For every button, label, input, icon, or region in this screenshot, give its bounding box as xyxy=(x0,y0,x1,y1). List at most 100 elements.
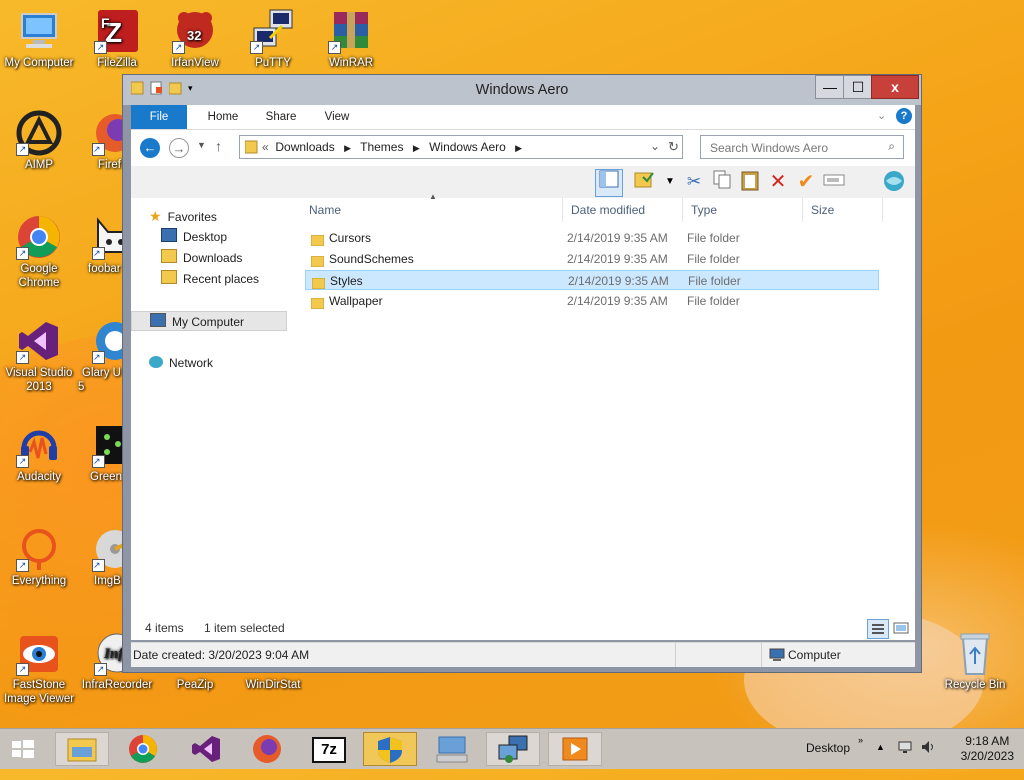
up-button[interactable]: ↑ xyxy=(215,138,222,154)
desktop-icon-recycle-bin[interactable]: Recycle Bin xyxy=(936,630,1014,692)
desktop-icon-irfanview[interactable]: 32 ↗ IrfanView xyxy=(156,8,234,70)
nav-desktop[interactable]: Desktop xyxy=(161,227,227,247)
tray-expand-icon[interactable]: ▲ xyxy=(876,742,885,752)
search-input[interactable]: Search Windows Aero xyxy=(710,141,828,155)
cut-icon[interactable]: ✂ xyxy=(681,169,707,195)
breadcrumb: « Downloads ▶ Themes ▶ Windows Aero ▶ xyxy=(262,140,528,154)
file-name: Cursors xyxy=(329,231,372,245)
breadcrumb-overflow[interactable]: « xyxy=(262,140,269,154)
title-bar[interactable]: ▾ Windows Aero — ☐ x xyxy=(123,75,921,105)
desktop-icon-faststone[interactable]: ↗ FastStone Image Viewer xyxy=(0,630,78,706)
chevron-right-icon[interactable]: ▶ xyxy=(344,143,351,153)
desktop-toolbar-label[interactable]: Desktop xyxy=(806,741,850,755)
desktop-icon-imgburn[interactable]: ↗ ImgB xyxy=(78,526,134,588)
tab-file[interactable]: File xyxy=(131,105,187,129)
desktop-icon-chrome[interactable]: ↗ Google Chrome xyxy=(0,214,78,290)
rename-icon[interactable] xyxy=(821,169,847,195)
file-row[interactable]: SoundSchemes 2/14/2019 9:35 AM File fold… xyxy=(305,249,879,269)
desktop-icon-foobar[interactable]: ↗ foobar xyxy=(78,214,133,276)
desktop-icon-label: AIMP xyxy=(24,159,54,171)
column-header-name[interactable]: Name xyxy=(301,198,563,222)
chrome-icon: ↗ xyxy=(16,214,62,260)
tab-home[interactable]: Home xyxy=(193,105,253,129)
item-count: 4 items xyxy=(145,621,184,635)
network-tray-icon[interactable] xyxy=(898,739,914,758)
forward-button[interactable]: → xyxy=(169,138,189,158)
desktop-icon-label: WinDirStat xyxy=(245,679,301,691)
taskbar-firefox[interactable] xyxy=(240,732,294,766)
taskbar-file-explorer[interactable] xyxy=(55,732,109,766)
toolbar-chevron-icon[interactable]: » xyxy=(858,735,863,745)
column-header-date[interactable]: Date modified xyxy=(563,198,683,222)
address-bar[interactable]: « Downloads ▶ Themes ▶ Windows Aero ▶ ⌄ … xyxy=(239,135,683,159)
paste-icon[interactable] xyxy=(737,169,763,195)
ribbon-expand-icon[interactable]: ⌄ xyxy=(877,109,886,122)
taskbar-keyboard-app[interactable] xyxy=(425,732,479,766)
large-icons-view-icon[interactable] xyxy=(891,619,911,637)
command-toolbar: ▼ ✂ ✕ ✔ xyxy=(131,166,915,199)
taskbar-visual-studio[interactable] xyxy=(178,732,232,766)
nav-network[interactable]: Network xyxy=(149,353,213,373)
desktop-icon-my-computer[interactable]: My Computer xyxy=(0,8,78,70)
breadcrumb-downloads[interactable]: Downloads xyxy=(275,140,334,154)
desktop-icon-winrar[interactable]: ↗ WinRAR xyxy=(312,8,390,70)
column-header-type[interactable]: Type xyxy=(683,198,803,222)
desktop-icon-aimp[interactable]: ↗ AIMP xyxy=(0,110,78,172)
file-row[interactable]: Wallpaper 2/14/2019 9:35 AM File folder xyxy=(305,291,879,311)
maximize-button[interactable]: ☐ xyxy=(843,75,873,99)
chevron-down-icon[interactable]: ⌄ xyxy=(650,139,660,153)
desktop-icon-firefox[interactable]: ↗ Firef xyxy=(78,110,134,172)
7zip-icon: 7z xyxy=(312,737,346,763)
start-button[interactable] xyxy=(0,732,46,766)
irfanview-icon: 32 ↗ xyxy=(172,8,218,54)
chevron-down-icon[interactable]: ▼ xyxy=(657,169,683,195)
globe-icon[interactable] xyxy=(881,169,907,195)
tab-view[interactable]: View xyxy=(309,105,365,129)
desktop-icon-putty[interactable]: ↗ PuTTY xyxy=(234,8,312,70)
desktop-icon-green[interactable]: ↗ Green xyxy=(78,422,134,484)
details-view-icon[interactable] xyxy=(867,619,889,639)
help-icon[interactable]: ? xyxy=(896,108,912,124)
delete-icon[interactable]: ✕ xyxy=(765,169,791,195)
recent-locations-icon[interactable]: ▼ xyxy=(197,140,206,150)
taskbar-7zip[interactable]: 7z xyxy=(302,732,356,766)
back-button[interactable]: ← xyxy=(140,138,160,158)
file-row[interactable]: Cursors 2/14/2019 9:35 AM File folder xyxy=(305,228,879,248)
nav-my-computer[interactable]: My Computer xyxy=(131,311,287,331)
copy-icon[interactable] xyxy=(709,169,735,195)
taskbar-remote-desktop[interactable] xyxy=(486,732,540,766)
desktop-icon-glary[interactable]: ↗ Glary U 5 xyxy=(78,318,134,394)
desktop-icon-audacity[interactable]: ↗ Audacity xyxy=(0,422,78,484)
desktop-icon-visual-studio[interactable]: ↗ Visual Studio 2013 xyxy=(0,318,78,394)
taskbar-chrome[interactable] xyxy=(116,732,170,766)
taskbar-security[interactable] xyxy=(363,732,417,766)
taskbar-media-player[interactable] xyxy=(548,732,602,766)
breadcrumb-themes[interactable]: Themes xyxy=(360,140,403,154)
desktop-icon-everything[interactable]: ↗ Everything xyxy=(0,526,78,588)
breadcrumb-windows-aero[interactable]: Windows Aero xyxy=(429,140,506,154)
close-button[interactable]: x xyxy=(871,75,919,99)
column-header-size[interactable]: Size xyxy=(803,198,883,222)
preview-pane-icon[interactable] xyxy=(595,169,623,197)
computer-icon xyxy=(150,313,166,327)
nav-downloads[interactable]: Downloads xyxy=(161,248,242,268)
clock[interactable]: 9:18 AM 3/20/2023 xyxy=(961,734,1014,764)
search-icon[interactable]: ⌕ xyxy=(888,139,895,154)
chevron-right-icon[interactable]: ▶ xyxy=(515,143,522,153)
desktop-icon-filezilla[interactable]: ZF ↗ FileZilla xyxy=(78,8,156,70)
chevron-right-icon[interactable]: ▶ xyxy=(413,143,420,153)
properties-check-icon[interactable]: ✔ xyxy=(793,169,819,195)
nav-recent-places[interactable]: Recent places xyxy=(161,269,259,289)
minimize-button[interactable]: — xyxy=(815,75,845,99)
tab-share[interactable]: Share xyxy=(253,105,309,129)
explorer-window[interactable]: ▾ Windows Aero — ☐ x File Home Share Vie… xyxy=(122,74,922,673)
refresh-icon[interactable]: ↻ xyxy=(668,139,679,155)
windows-logo-icon xyxy=(12,740,34,758)
file-row-selected[interactable]: Styles 2/14/2019 9:35 AM File folder xyxy=(305,270,879,290)
folder-options-icon[interactable] xyxy=(631,169,657,195)
volume-icon[interactable] xyxy=(920,739,936,758)
search-box[interactable]: Search Windows Aero ⌕ xyxy=(700,135,904,159)
shortcut-arrow-icon: ↗ xyxy=(172,41,185,54)
keyboard-icon xyxy=(436,736,468,763)
nav-favorites[interactable]: ★ Favorites xyxy=(149,206,217,226)
